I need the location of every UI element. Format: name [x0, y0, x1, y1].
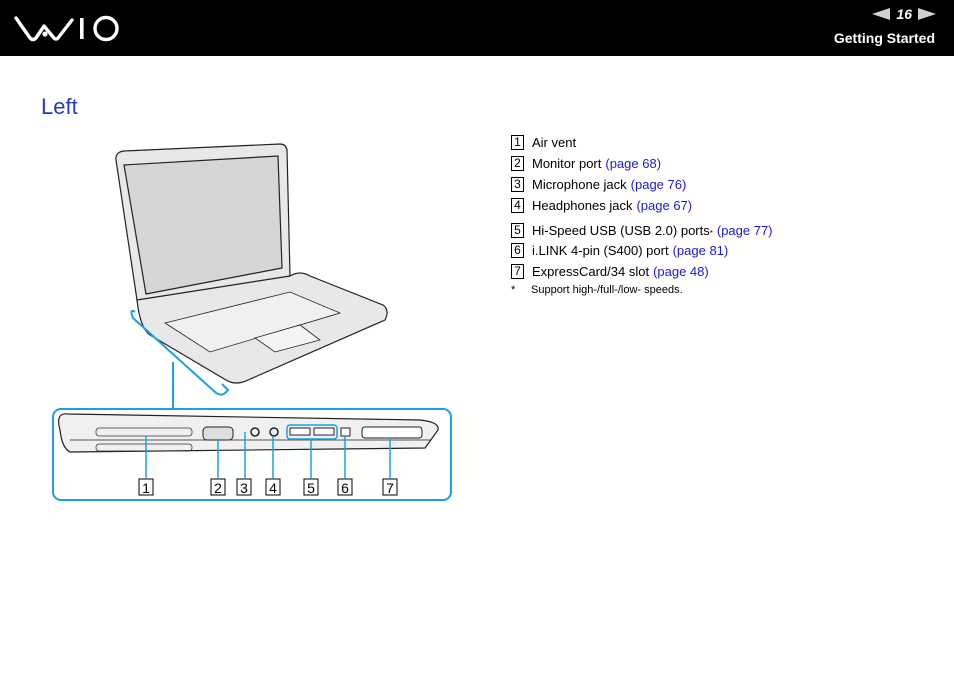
list-item: 1 Air vent — [511, 132, 773, 153]
arrow-right-icon[interactable] — [918, 8, 936, 20]
item-number: 1 — [511, 135, 524, 150]
svg-text:3: 3 — [240, 480, 248, 496]
laptop-illustration — [115, 143, 388, 384]
page-link[interactable]: (page 81) — [673, 243, 729, 258]
usb-port-icon — [289, 427, 311, 436]
callout-5: 5 — [303, 478, 319, 496]
page-link[interactable]: (page 68) — [605, 156, 661, 171]
callout-2: 2 — [210, 478, 226, 496]
page-link[interactable]: (page 67) — [636, 198, 692, 213]
callout-4: 4 — [265, 478, 281, 496]
item-label: Microphone jack — [532, 177, 627, 192]
header-bar: 16 Getting Started — [0, 0, 954, 56]
svg-text:5: 5 — [307, 480, 315, 496]
port-list: 1 Air vent 2 Monitor port (page 68) 3 Mi… — [511, 132, 773, 296]
callout-7: 7 — [382, 478, 398, 496]
callout-numbers: 1 2 3 4 5 6 7 — [138, 478, 398, 496]
list-item: 6 i.LINK 4-pin (S400) port (page 81) — [511, 240, 773, 261]
footnote: * Support high-/full-/low- speeds. — [511, 284, 773, 296]
item-number: 4 — [511, 198, 524, 213]
item-number: 7 — [511, 264, 524, 279]
svg-text:2: 2 — [214, 480, 222, 496]
vaio-logo — [14, 15, 119, 42]
page-link[interactable]: (page 77) — [717, 223, 773, 238]
page-title: Left — [41, 94, 78, 119]
item-number: 5 — [511, 223, 524, 238]
item-label: Hi-Speed USB (USB 2.0) ports — [532, 223, 710, 238]
svg-text:7: 7 — [386, 480, 394, 496]
page-number: 16 — [896, 6, 912, 22]
section-title: Getting Started — [833, 30, 935, 46]
item-number: 6 — [511, 243, 524, 258]
callout-6: 6 — [337, 478, 353, 496]
item-label: Air vent — [532, 135, 577, 150]
page-link[interactable]: (page 48) — [653, 264, 709, 279]
list-item: 4 Headphones jack (page 67) — [511, 195, 773, 216]
item-number: 2 — [511, 156, 524, 171]
footnote-text: Support high-/full-/low- speeds. — [531, 284, 683, 296]
footnote-mark: * — [709, 229, 713, 238]
page-link[interactable]: (page 76) — [631, 177, 687, 192]
svg-text:1: 1 — [142, 480, 150, 496]
list-item: 3 Microphone jack (page 76) — [511, 174, 773, 195]
usb-port-icon — [313, 427, 335, 436]
item-label: ExpressCard/34 slot — [532, 264, 650, 279]
list-item: 2 Monitor port (page 68) — [511, 153, 773, 174]
laptop-left-diagram: 1 2 3 4 5 6 7 — [52, 143, 452, 501]
svg-text:4: 4 — [269, 480, 277, 496]
monitor-port-icon — [202, 426, 234, 441]
expresscard-slot-icon — [361, 426, 423, 439]
item-number: 3 — [511, 177, 524, 192]
arrow-left-icon[interactable] — [872, 8, 891, 20]
item-label: Monitor port — [532, 156, 602, 171]
callout-3: 3 — [236, 478, 252, 496]
item-label: i.LINK 4-pin (S400) port — [532, 243, 669, 258]
list-item: 7 ExpressCard/34 slot (page 48) — [511, 261, 773, 282]
footnote-star: * — [511, 284, 516, 296]
ilink-port-icon — [340, 427, 351, 437]
svg-text:6: 6 — [341, 480, 349, 496]
list-item: 5 Hi-Speed USB (USB 2.0) ports * (page 77… — [511, 216, 773, 240]
item-label: Headphones jack — [532, 198, 633, 213]
callout-1: 1 — [138, 478, 154, 496]
page-nav: 16 — [872, 6, 936, 22]
